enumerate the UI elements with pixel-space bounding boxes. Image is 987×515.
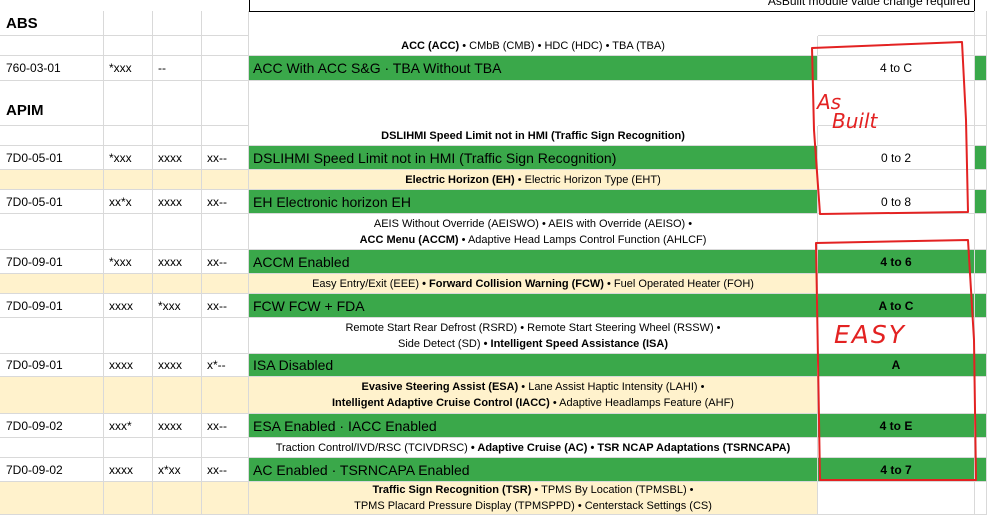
mask-cell[interactable]: *xxx — [153, 294, 202, 318]
mask-cell[interactable]: xxxx — [104, 458, 153, 482]
value-cell[interactable]: 4 to E — [818, 414, 975, 438]
mask-cell[interactable]: xx-- — [202, 190, 249, 214]
section-title-abs[interactable]: ABS — [0, 11, 104, 36]
mask-cell[interactable]: xxxx — [153, 414, 202, 438]
mask-cell[interactable]: xxxx — [153, 250, 202, 274]
table-row: 7D0-09-01 *xxx xxxx xx-- ACCM Enabled 4 … — [0, 250, 987, 274]
desc-cell[interactable]: Electric Horizon (EH) • Electric Horizon… — [249, 170, 818, 190]
mask-cell[interactable]: xxxx — [153, 146, 202, 170]
section-title-apim[interactable]: APIM — [0, 81, 104, 126]
desc-row-tc: Traction Control/IVD/RSC (TCIVDRSC) • Ad… — [0, 438, 987, 458]
address-cell[interactable]: 7D0-09-01 — [0, 250, 104, 274]
desc-row-tsr: Traffic Sign Recognition (TSR) • TPMS By… — [0, 482, 987, 515]
mask-cell[interactable]: -- — [153, 56, 202, 81]
value-cell[interactable]: 4 to 7 — [818, 458, 975, 482]
mask-cell[interactable]: x*-- — [202, 354, 249, 377]
feature-cell[interactable]: ISA Disabled — [249, 354, 818, 377]
table-row: 7D0-05-01 xx*x xxxx xx-- EH Electronic h… — [0, 190, 987, 214]
desc-cell[interactable]: AEIS Without Override (AEISWO) • AEIS wi… — [249, 214, 818, 250]
desc-cell[interactable]: Traction Control/IVD/RSC (TCIVDRSC) • Ad… — [249, 438, 818, 458]
address-cell[interactable]: 760-03-01 — [0, 56, 104, 81]
mask-cell[interactable]: xx-- — [202, 414, 249, 438]
feature-cell[interactable]: EH Electronic horizon EH — [249, 190, 818, 214]
value-cell[interactable]: 4 to C — [818, 56, 975, 81]
address-cell[interactable]: 7D0-05-01 — [0, 190, 104, 214]
desc-row-eh: Electric Horizon (EH) • Electric Horizon… — [0, 170, 987, 190]
desc-row-dslihmi: DSLIHMI Speed Limit not in HMI (Traffic … — [0, 126, 987, 146]
feature-cell[interactable]: ESA Enabled · IACC Enabled — [249, 414, 818, 438]
mask-cell[interactable]: xx-- — [202, 458, 249, 482]
value-cell[interactable]: A to C — [818, 294, 975, 318]
table-row: 7D0-09-02 xxxx x*xx xx-- AC Enabled · TS… — [0, 458, 987, 482]
mask-cell[interactable]: xx-- — [202, 146, 249, 170]
section-row-abs: ABS — [0, 11, 987, 36]
value-cell[interactable]: 0 to 2 — [818, 146, 975, 170]
mask-cell[interactable]: xxx* — [104, 414, 153, 438]
feature-cell[interactable]: ACCM Enabled — [249, 250, 818, 274]
desc-cell[interactable]: DSLIHMI Speed Limit not in HMI (Traffic … — [249, 126, 818, 146]
feature-cell[interactable]: FCW FCW + FDA — [249, 294, 818, 318]
feature-cell[interactable]: DSLIHMI Speed Limit not in HMI (Traffic … — [249, 146, 818, 170]
table-row: 7D0-05-01 *xxx xxxx xx-- DSLIHMI Speed L… — [0, 146, 987, 170]
desc-cell[interactable]: ACC (ACC) • CMbB (CMB) • HDC (HDC) • TBA… — [249, 36, 818, 56]
mask-cell[interactable]: *xxx — [104, 250, 153, 274]
value-cell[interactable]: 0 to 8 — [818, 190, 975, 214]
mask-cell[interactable]: *xxx — [104, 56, 153, 81]
table-row: 7D0-09-01 xxxx *xxx xx-- FCW FCW + FDA A… — [0, 294, 987, 318]
feature-cell[interactable]: ACC With ACC S&G · TBA Without TBA — [249, 56, 818, 81]
desc-cell[interactable]: Evasive Steering Assist (ESA) • Lane Ass… — [249, 377, 818, 414]
value-cell[interactable]: 4 to 6 — [818, 250, 975, 274]
value-cell[interactable]: A — [818, 354, 975, 377]
mask-cell[interactable]: x*xx — [153, 458, 202, 482]
table-row: 760-03-01 *xxx -- ACC With ACC S&G · TBA… — [0, 56, 987, 81]
mask-cell[interactable]: *xxx — [104, 146, 153, 170]
mask-cell[interactable]: xx-- — [202, 250, 249, 274]
address-cell[interactable]: 7D0-09-02 — [0, 458, 104, 482]
desc-row-rsrd: Remote Start Rear Defrost (RSRD) • Remot… — [0, 318, 987, 354]
header-note: AsBuilt module value change required — [767, 0, 970, 8]
feature-cell[interactable]: AC Enabled · TSRNCAPA Enabled — [249, 458, 818, 482]
desc-row-acc: ACC (ACC) • CMbB (CMB) • HDC (HDC) • TBA… — [0, 36, 987, 56]
mask-cell[interactable]: xxxx — [153, 190, 202, 214]
desc-cell[interactable]: Traffic Sign Recognition (TSR) • TPMS By… — [249, 482, 818, 515]
desc-cell[interactable]: Remote Start Rear Defrost (RSRD) • Remot… — [249, 318, 818, 354]
table-row: 7D0-09-01 xxxx xxxx x*-- ISA Disabled A — [0, 354, 987, 377]
spreadsheet: AsBuilt module value change required ABS… — [0, 0, 987, 515]
table-row: 7D0-09-02 xxx* xxxx xx-- ESA Enabled · I… — [0, 414, 987, 438]
mask-cell[interactable] — [202, 56, 249, 81]
address-cell[interactable]: 7D0-05-01 — [0, 146, 104, 170]
address-cell[interactable]: 7D0-09-01 — [0, 354, 104, 377]
desc-row-esa: Evasive Steering Assist (ESA) • Lane Ass… — [0, 377, 987, 414]
mask-cell[interactable]: xxxx — [104, 294, 153, 318]
section-row-apim: APIM — [0, 81, 987, 126]
address-cell[interactable]: 7D0-09-02 — [0, 414, 104, 438]
desc-cell[interactable]: Easy Entry/Exit (EEE) • Forward Collisio… — [249, 274, 818, 294]
mask-cell[interactable]: xxxx — [153, 354, 202, 377]
desc-row-aeis: AEIS Without Override (AEISWO) • AEIS wi… — [0, 214, 987, 250]
mask-cell[interactable]: xxxx — [104, 354, 153, 377]
mask-cell[interactable]: xx*x — [104, 190, 153, 214]
address-cell[interactable]: 7D0-09-01 — [0, 294, 104, 318]
mask-cell[interactable]: xx-- — [202, 294, 249, 318]
desc-row-eee: Easy Entry/Exit (EEE) • Forward Collisio… — [0, 274, 987, 294]
